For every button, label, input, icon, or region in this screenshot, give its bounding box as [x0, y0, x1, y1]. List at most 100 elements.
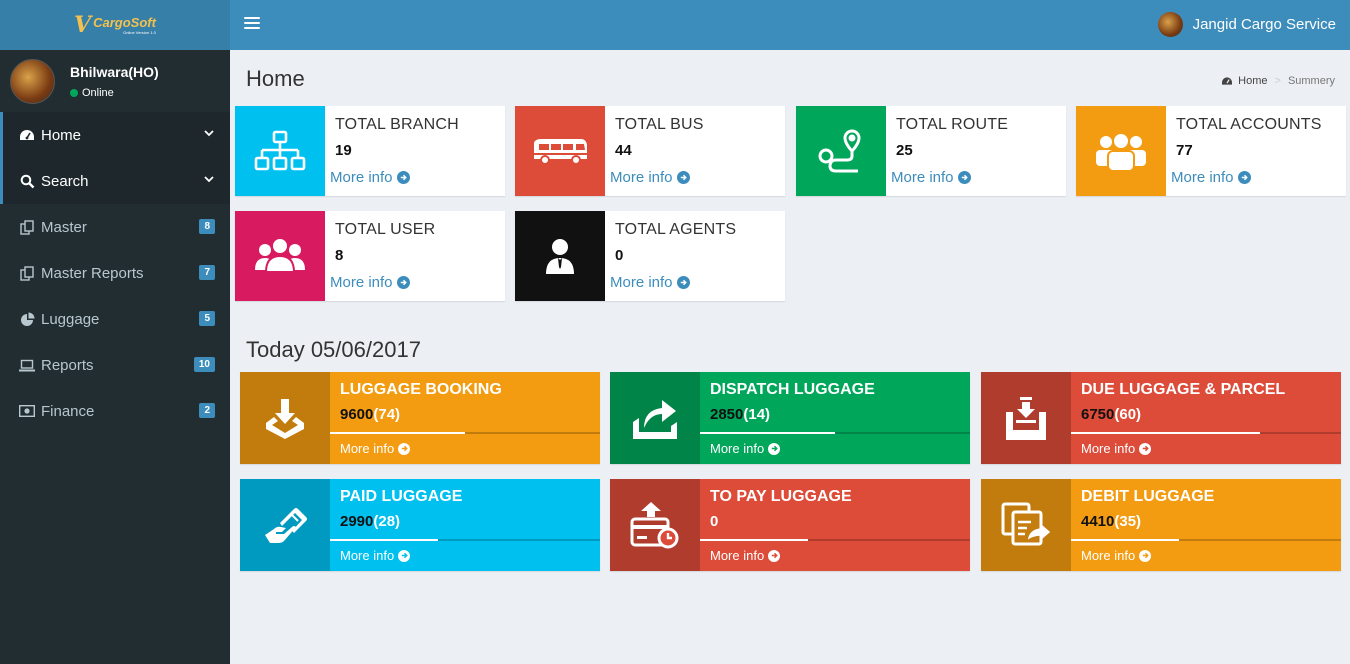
more-info-link[interactable]: More info: [891, 169, 971, 186]
stat-box-count: (14): [743, 406, 771, 423]
copy-share-icon: [981, 479, 1071, 571]
hand-card-icon: [240, 479, 330, 571]
top-navbar: Jangid Cargo Service: [230, 0, 1350, 50]
more-info-link[interactable]: More info: [1171, 169, 1251, 186]
arrow-circle-right-icon: [1139, 549, 1152, 562]
arrow-circle-right-icon: [396, 171, 410, 184]
more-info-label: More info: [330, 274, 393, 291]
page-title: Home: [246, 66, 305, 91]
arrow-circle-right-icon: [398, 442, 411, 455]
sidebar-item-label: Home: [41, 126, 82, 144]
user-status-text: Online: [82, 86, 114, 99]
more-info-link[interactable]: More info: [340, 548, 411, 563]
bus-icon: [515, 106, 605, 196]
inbox-download-icon: [981, 372, 1071, 464]
header-user-menu[interactable]: Jangid Cargo Service: [1157, 12, 1336, 37]
more-info-label: More info: [610, 169, 673, 186]
stat-box-dispatch-luggage: DISPATCH LUGGAGE 2850(14) More info: [610, 372, 970, 464]
breadcrumb-home-link[interactable]: Home: [1238, 75, 1267, 87]
stat-box-amount: 0: [710, 513, 719, 530]
stat-box-paid-luggage: PAID LUGGAGE 2990(28) More info: [240, 479, 600, 571]
sidebar-item-luggage[interactable]: Luggage 5: [0, 296, 230, 342]
money-icon: [17, 405, 37, 417]
arrow-circle-right-icon: [676, 276, 690, 289]
laptop-icon: [17, 359, 37, 372]
info-box-value: 8: [335, 247, 344, 264]
breadcrumb-separator: >: [1274, 75, 1281, 87]
progress-fill: [330, 432, 465, 434]
arrow-circle-right-icon: [396, 276, 410, 289]
more-info-link[interactable]: More info: [330, 169, 410, 186]
stat-box-amount: 6750: [1081, 406, 1115, 423]
user-name: Bhilwara(HO): [70, 63, 159, 80]
stat-box-amount: 9600: [340, 406, 374, 423]
avatar: [10, 58, 55, 104]
info-box-total-agents: TOTAL AGENTS 0 More info: [515, 211, 785, 301]
stat-box-count: (28): [373, 513, 401, 530]
arrow-circle-right-icon: [1237, 171, 1251, 184]
copy-icon: [17, 265, 37, 281]
stat-box-count: (74): [373, 406, 401, 423]
sidebar-item-reports[interactable]: Reports 10: [0, 342, 230, 388]
stat-box-amount: 2990: [340, 513, 374, 530]
sidebar-item-finance[interactable]: Finance 2: [0, 388, 230, 434]
stat-box-title: LUGGAGE BOOKING: [340, 381, 502, 398]
brand-logo[interactable]: V CargoSoft Online Version 1.0: [74, 12, 156, 38]
more-info-link[interactable]: More info: [340, 441, 411, 456]
menu-toggle-icon[interactable]: [244, 17, 260, 32]
arrow-circle-right-icon: [398, 549, 411, 562]
breadcrumb: Home > Summery: [1221, 75, 1335, 87]
sidebar-item-label: Search: [41, 172, 89, 190]
online-dot-icon: [70, 88, 78, 97]
user-panel: Bhilwara(HO) Online: [0, 50, 230, 112]
stat-box-value: 6750(60): [1081, 406, 1141, 423]
progress-bar: [700, 432, 970, 434]
stat-box-title: TO PAY LUGGAGE: [710, 488, 852, 505]
progress-bar: [330, 539, 600, 541]
stat-box-value: 0: [710, 513, 718, 530]
more-info-link[interactable]: More info: [710, 441, 781, 456]
arrow-circle-right-icon: [676, 171, 690, 184]
pay-clock-icon: [610, 479, 700, 571]
sidebar-item-master-reports[interactable]: Master Reports 7: [0, 250, 230, 296]
more-info-link[interactable]: More info: [610, 169, 690, 186]
sidebar-item-search[interactable]: Search: [0, 158, 230, 204]
info-box-label: TOTAL AGENTS: [615, 221, 737, 238]
progress-bar: [1071, 539, 1341, 541]
sitemap-icon: [235, 106, 325, 196]
more-info-link[interactable]: More info: [1081, 441, 1152, 456]
sidebar-item-master[interactable]: Master 8: [0, 204, 230, 250]
info-box-label: TOTAL BUS: [615, 116, 704, 133]
progress-fill: [700, 432, 835, 434]
info-box-total-user: TOTAL USER 8 More info: [235, 211, 505, 301]
logo-bar[interactable]: V CargoSoft Online Version 1.0: [0, 0, 230, 50]
today-heading: Today 05/06/2017: [246, 337, 421, 362]
stat-box-due-luggage-parcel: DUE LUGGAGE & PARCEL 6750(60) More info: [981, 372, 1341, 464]
arrow-circle-right-icon: [768, 442, 781, 455]
more-info-link[interactable]: More info: [330, 274, 410, 291]
more-info-link[interactable]: More info: [610, 274, 690, 291]
more-info-label: More info: [891, 169, 954, 186]
stat-box-value: 4410(35): [1081, 513, 1141, 530]
stat-box-luggage-booking: LUGGAGE BOOKING 9600(74) More info: [240, 372, 600, 464]
progress-bar: [700, 539, 970, 541]
count-badge: 10: [193, 357, 215, 372]
more-info-label: More info: [710, 441, 765, 456]
breadcrumb-current: Summery: [1287, 75, 1335, 87]
more-info-link[interactable]: More info: [710, 548, 781, 563]
sidebar-item-home[interactable]: Home: [0, 112, 230, 158]
progress-fill: [330, 539, 438, 541]
stat-box-title: DISPATCH LUGGAGE: [710, 381, 875, 398]
share-box-icon: [610, 372, 700, 464]
arrow-circle-right-icon: [957, 171, 971, 184]
stat-box-title: PAID LUGGAGE: [340, 488, 463, 505]
progress-fill: [700, 539, 808, 541]
stat-box-debit-luggage: DEBIT LUGGAGE 4410(35) More info: [981, 479, 1341, 571]
sidebar-item-label: Luggage: [41, 310, 100, 328]
more-info-link[interactable]: More info: [1081, 548, 1152, 563]
stat-box-value: 9600(74): [340, 406, 400, 423]
info-box-label: TOTAL USER: [335, 221, 436, 238]
more-info-label: More info: [1081, 441, 1136, 456]
more-info-label: More info: [710, 548, 765, 563]
stat-box-count: (35): [1114, 513, 1142, 530]
